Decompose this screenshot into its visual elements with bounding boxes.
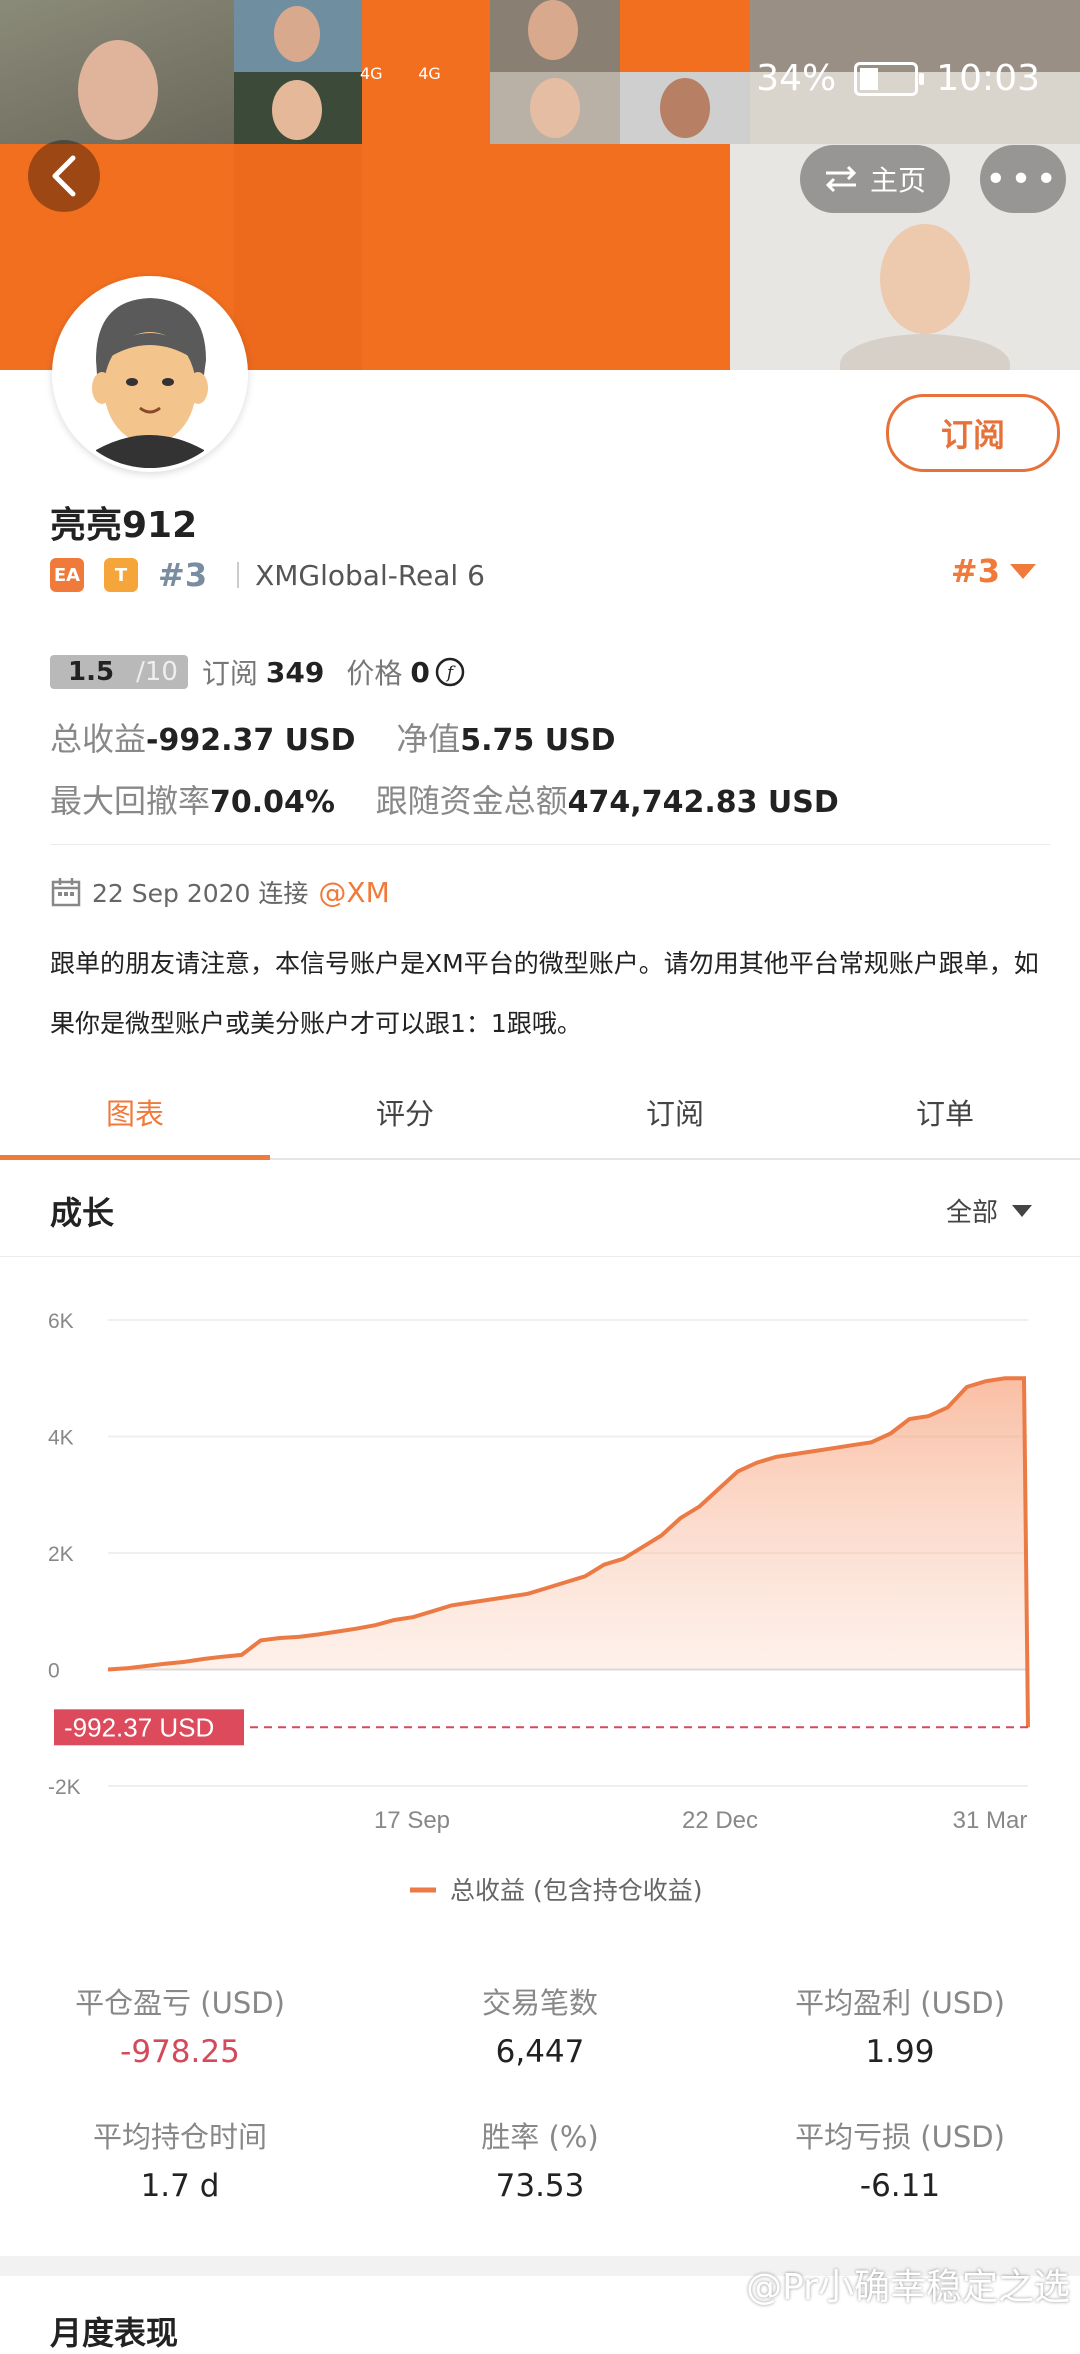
tab-orders[interactable]: 订单 bbox=[810, 1066, 1080, 1158]
tab-bar: 图表 评分 订阅 订单 bbox=[0, 1066, 1080, 1160]
broker-link[interactable]: @XM bbox=[318, 876, 389, 909]
y-tick-label: 4K bbox=[48, 1427, 74, 1450]
y-tick-label: 6K bbox=[48, 1310, 74, 1333]
growth-chart: 6K 4K 2K 0 -2K -992.37 USD 17 Sep 22 Dec 31 Ma… bbox=[48, 1310, 1030, 1905]
drawdown-value: 70.04% bbox=[210, 785, 335, 820]
legend-label: 总收益 (包含持仓收益) bbox=[450, 1876, 702, 1905]
account-server: XMGlobal-Real 6 bbox=[255, 558, 485, 592]
y-tick-label: -2K bbox=[48, 1776, 81, 1799]
x-tick-label: 17 Sep bbox=[374, 1807, 450, 1834]
metric-trades: 交易笔数 6,447 bbox=[481, 1986, 598, 2070]
subs-label: 订阅 bbox=[201, 657, 258, 690]
watermark: @Pr小确幸稳定之选 bbox=[746, 2267, 1070, 2308]
subs-value: 349 bbox=[265, 655, 325, 689]
battery-percent: 34% bbox=[756, 58, 837, 99]
connect-date: 22 Sep 2020 连接 bbox=[92, 879, 309, 908]
avatar-cartoon-icon bbox=[56, 280, 244, 468]
chevron-left-icon bbox=[52, 155, 76, 197]
ea-badge: EA bbox=[50, 558, 84, 592]
status-bar: 34% 10:03 bbox=[756, 58, 1040, 99]
total-profit-value: -992.37 USD bbox=[146, 723, 356, 758]
monthly-title: 月度表现 bbox=[50, 2314, 179, 2352]
clock: 10:03 bbox=[936, 58, 1040, 99]
metric-closed-pnl: 平仓盈亏 (USD) -978.25 bbox=[75, 1986, 285, 2070]
banner-photo bbox=[234, 0, 362, 72]
price-value: 0 bbox=[410, 655, 430, 689]
banner-photo bbox=[490, 0, 620, 72]
current-value-label: -992.37 USD bbox=[64, 1712, 214, 1742]
home-button[interactable]: 主页 bbox=[800, 145, 950, 213]
caret-down-icon bbox=[1010, 564, 1036, 579]
drawdown-row: 最大回撤率70.04% 跟随资金总额474,742.83 USD bbox=[50, 782, 839, 820]
divider bbox=[50, 844, 1050, 845]
caret-down-icon bbox=[1012, 1204, 1032, 1217]
growth-filter[interactable]: 全部 bbox=[946, 1192, 1032, 1229]
coin-icon: f bbox=[435, 657, 465, 687]
x-tick-label: 22 Dec bbox=[682, 1807, 758, 1834]
y-tick-label: 0 bbox=[48, 1660, 60, 1683]
banner-photo bbox=[620, 72, 750, 144]
growth-title: 成长 bbox=[50, 1194, 115, 1232]
rank-label: #3 bbox=[158, 556, 208, 594]
subscribe-button[interactable]: 订阅 bbox=[886, 394, 1060, 472]
connect-row: 22 Sep 2020 连接 @XM bbox=[50, 874, 390, 910]
chart-area bbox=[108, 1378, 1028, 1670]
profit-row: 总收益-992.37 USD 净值5.75 USD bbox=[50, 720, 616, 758]
back-button[interactable] bbox=[28, 140, 100, 212]
profile-tags: EA T #3 XMGlobal-Real 6 bbox=[50, 556, 485, 594]
signal-indicator: 4G 4G bbox=[360, 64, 441, 83]
y-tick-label: 2K bbox=[48, 1543, 74, 1566]
metric-avg-hold: 平均持仓时间 1.7 d bbox=[92, 2120, 267, 2204]
metric-avg-profit: 平均盈利 (USD) 1.99 bbox=[795, 1986, 1005, 2070]
divider bbox=[237, 562, 240, 588]
x-tick-label: 31 Mar bbox=[953, 1807, 1028, 1834]
home-label: 主页 bbox=[869, 164, 926, 197]
tab-chart[interactable]: 图表 bbox=[0, 1066, 270, 1160]
avatar[interactable] bbox=[52, 276, 248, 472]
tab-rating[interactable]: 评分 bbox=[270, 1066, 540, 1158]
price-label: 价格 bbox=[346, 657, 403, 690]
equity-value: 5.75 USD bbox=[460, 723, 616, 758]
calendar-icon bbox=[51, 878, 81, 907]
follow-funds-value: 474,742.83 USD bbox=[567, 785, 839, 820]
metric-avg-loss: 平均亏损 (USD) -6.11 bbox=[795, 2120, 1005, 2204]
banner-photo bbox=[234, 72, 362, 144]
rank-dropdown[interactable]: #3 bbox=[951, 552, 1036, 590]
swap-icon bbox=[825, 165, 857, 193]
score-badge: 1.5/10 bbox=[50, 655, 188, 689]
description: 跟单的朋友请注意，本信号账户是XM平台的微型账户。请勿用其他平台常规账户跟单，如… bbox=[50, 949, 1039, 1038]
banner-photo bbox=[490, 72, 620, 144]
t-badge: T bbox=[104, 558, 138, 592]
tab-subscription[interactable]: 订阅 bbox=[540, 1066, 810, 1158]
more-button[interactable]: ••• bbox=[980, 145, 1066, 213]
battery-icon bbox=[854, 61, 925, 96]
profile-name: 亮亮912 bbox=[50, 505, 198, 546]
score-row: 1.5/10 订阅 349 价格 0 f bbox=[50, 652, 466, 692]
svg-text:f: f bbox=[445, 663, 456, 683]
metric-winrate: 胜率 (%) 73.53 bbox=[481, 2120, 599, 2204]
